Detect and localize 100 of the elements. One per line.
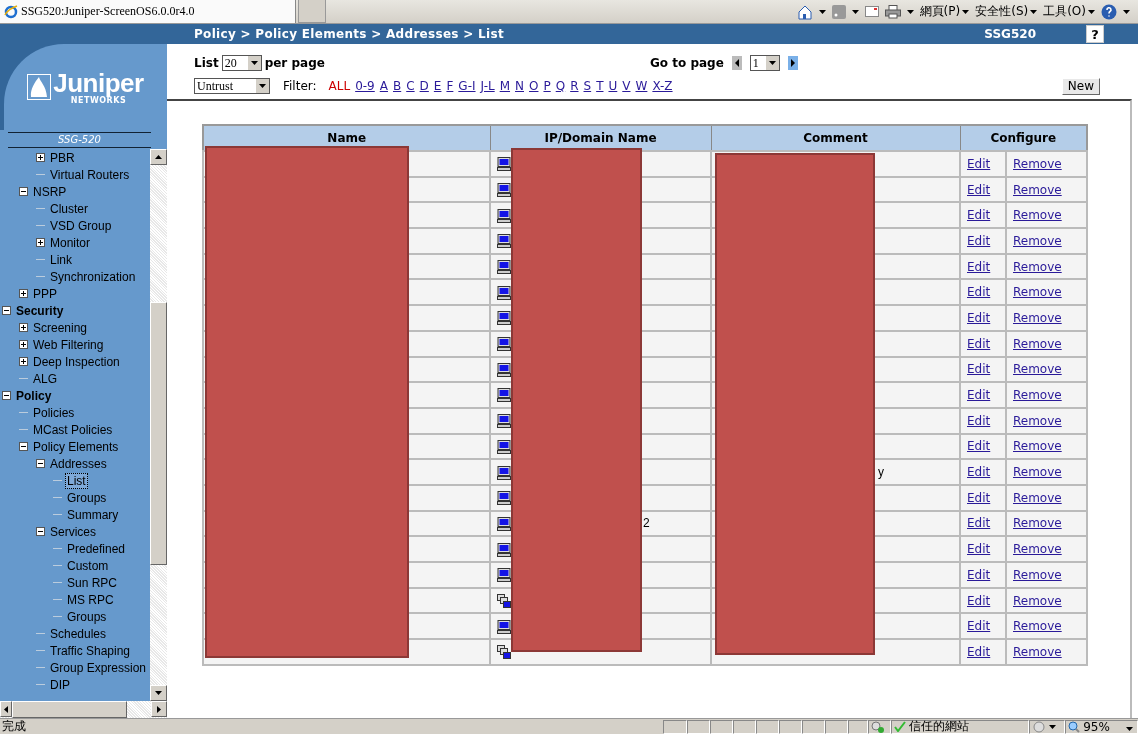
collapse-icon[interactable]	[2, 306, 11, 315]
filter-link[interactable]: O	[529, 79, 539, 93]
collapse-icon[interactable]	[19, 187, 28, 196]
collapse-icon[interactable]	[36, 459, 45, 468]
collapse-icon[interactable]	[19, 442, 28, 451]
filter-link[interactable]: U	[608, 79, 618, 93]
page-select[interactable]: 1	[749, 55, 780, 71]
filter-link[interactable]: ALL	[328, 79, 351, 93]
tree-item[interactable]: Group Expression	[48, 659, 149, 676]
next-page-icon[interactable]	[787, 56, 798, 70]
caret-icon[interactable]	[906, 9, 914, 14]
caret-icon[interactable]	[1030, 9, 1038, 14]
scroll-left-button[interactable]	[0, 701, 12, 717]
scrollbar[interactable]	[150, 149, 167, 701]
filter-link[interactable]: M	[499, 79, 511, 93]
expand-icon[interactable]	[36, 238, 45, 247]
filter-link[interactable]: P	[543, 79, 551, 93]
tree-item[interactable]: Deep Inspection	[31, 353, 122, 370]
filter-link[interactable]: Q	[555, 79, 566, 93]
tree-item[interactable]: Policy Elements	[31, 438, 121, 455]
filter-link[interactable]: W	[635, 79, 648, 93]
tree-item[interactable]: Virtual Routers	[48, 166, 132, 183]
expand-icon[interactable]	[19, 289, 28, 298]
filter-link[interactable]: J-L	[480, 79, 495, 93]
expand-icon[interactable]	[19, 357, 28, 366]
caret-icon[interactable]	[962, 9, 970, 14]
tree-item[interactable]: NSRP	[31, 183, 69, 200]
tree-item[interactable]: Policies	[31, 404, 77, 421]
tree-item[interactable]: PPP	[31, 285, 59, 302]
zone-select[interactable]: Untrust	[194, 78, 270, 94]
filter-link[interactable]: R	[570, 79, 579, 93]
tree-item[interactable]: Services	[48, 523, 98, 540]
tree-item[interactable]: Cluster	[48, 200, 90, 217]
horizontal-scrollbar[interactable]	[0, 701, 167, 718]
previous-page-icon[interactable]	[731, 56, 742, 70]
home-icon[interactable]	[796, 3, 813, 20]
tree-item[interactable]: Summary	[65, 506, 121, 523]
scroll-thumb[interactable]	[150, 302, 167, 565]
tree-item[interactable]: Custom	[65, 557, 111, 574]
tree-item[interactable]: Schedules	[48, 625, 109, 642]
mail-icon[interactable]	[864, 6, 879, 17]
filter-link[interactable]: N	[515, 79, 524, 93]
tree-item[interactable]: Link	[48, 251, 74, 268]
caret-icon[interactable]	[1088, 9, 1095, 14]
filter-link[interactable]: A	[379, 79, 388, 93]
filter-link[interactable]: T	[596, 79, 604, 93]
tree-item[interactable]: Sun RPC	[65, 574, 120, 591]
scroll-thumb[interactable]	[12, 701, 127, 718]
filter-link[interactable]: S	[583, 79, 592, 93]
caret-icon[interactable]	[1048, 724, 1056, 729]
tree-item[interactable]: DIP	[48, 676, 72, 693]
tree-item[interactable]: Predefined	[65, 540, 128, 557]
scroll-up-button[interactable]	[150, 149, 167, 165]
scroll-right-button[interactable]	[151, 701, 167, 717]
caret-icon[interactable]	[818, 9, 826, 14]
browser-tab[interactable]: SSG520:Juniper-ScreenOS6.0.0r4.0	[0, 0, 296, 23]
scroll-down-button[interactable]	[150, 685, 167, 701]
filter-link[interactable]: G-I	[458, 79, 476, 93]
filter-link[interactable]: B	[393, 79, 402, 93]
filter-link[interactable]: F	[446, 79, 454, 93]
tree-item[interactable]: MS RPC	[65, 591, 116, 608]
tree-item[interactable]: Monitor	[48, 234, 92, 251]
caret-icon[interactable]	[851, 9, 859, 14]
filter-link[interactable]: C	[406, 79, 415, 93]
filter-link[interactable]: E	[433, 79, 442, 93]
tree-item[interactable]: MCast Policies	[31, 421, 115, 438]
tree-item[interactable]: Groups	[65, 489, 109, 506]
tree-item[interactable]: Traffic Shaping	[48, 642, 133, 659]
tree-item[interactable]: List	[65, 472, 88, 489]
filter-link[interactable]: X-Z	[652, 79, 673, 93]
expand-icon[interactable]	[36, 153, 45, 162]
filter-link[interactable]: D	[419, 79, 429, 93]
status-pane	[756, 719, 780, 734]
per-page-select[interactable]: 20	[221, 55, 262, 71]
caret-icon[interactable]	[1123, 9, 1130, 14]
toolbar-menu[interactable]: 安全性(S)	[975, 3, 1038, 20]
zoom-icon[interactable]	[1068, 720, 1081, 733]
collapse-icon[interactable]	[2, 391, 11, 400]
expand-icon[interactable]	[19, 340, 28, 349]
tree-item[interactable]: Screening	[31, 319, 90, 336]
collapse-icon[interactable]	[36, 527, 45, 536]
tree-item[interactable]: PBR	[48, 149, 77, 166]
tree-item[interactable]: Groups	[65, 608, 109, 625]
toolbar-menu[interactable]: 網頁(P)	[919, 3, 970, 20]
caret-icon[interactable]	[1126, 726, 1134, 731]
filter-link[interactable]: 0-9	[355, 79, 375, 93]
tree-item[interactable]: Synchronization	[48, 268, 138, 285]
toolbar-menu[interactable]: 工具(O)	[1043, 3, 1095, 20]
tree-item[interactable]: VSD Group	[48, 217, 114, 234]
tree-item[interactable]: Security	[14, 302, 66, 319]
print-icon[interactable]	[884, 4, 901, 19]
help-button[interactable]: ?	[1086, 25, 1104, 43]
tree-item[interactable]: Web Filtering	[31, 336, 106, 353]
tree-item[interactable]: ALG	[31, 370, 59, 387]
filter-link[interactable]: V	[622, 79, 631, 93]
expand-icon[interactable]	[19, 323, 28, 332]
help-icon[interactable]	[1101, 3, 1117, 20]
tree-item[interactable]: Addresses	[48, 455, 109, 472]
new-button[interactable]: New	[1061, 77, 1100, 95]
tree-item[interactable]: Policy	[14, 387, 54, 404]
